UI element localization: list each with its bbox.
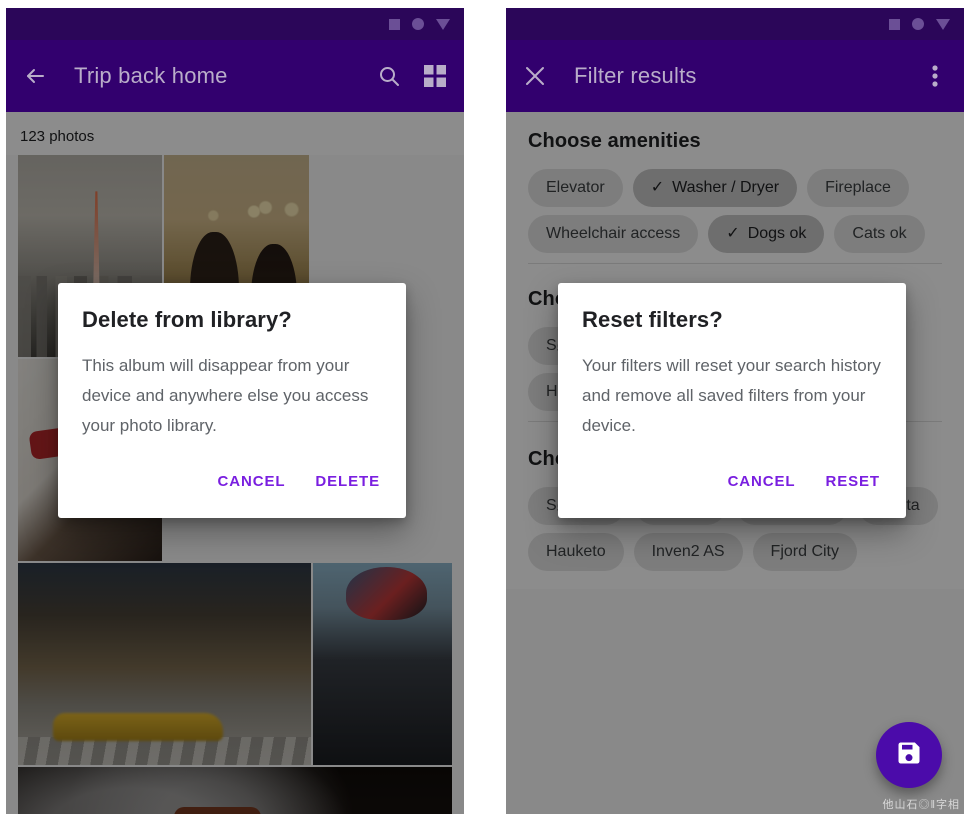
dialog-body: This album will disappear from your devi… [82, 356, 369, 435]
cancel-button[interactable]: CANCEL [726, 467, 798, 496]
check-icon: ✓ [650, 179, 665, 196]
dialog-title: Reset filters? [582, 307, 723, 332]
watermark-text: 他山石◎‖字相 [882, 799, 960, 811]
check-icon: ✓ [726, 225, 740, 242]
dialog-body: Your filters will reset your search hist… [582, 356, 881, 435]
triangle-icon [936, 18, 950, 30]
chip-label: Elevator [546, 179, 605, 196]
search-icon[interactable] [376, 63, 402, 89]
status-bar-right [506, 8, 964, 40]
chip-inven2-as[interactable]: Inven2 AS [633, 533, 743, 571]
triangle-icon [436, 18, 450, 30]
chip-label: Fjord City [770, 543, 839, 560]
section-title-amenities: Choose amenities [528, 130, 701, 152]
close-icon[interactable] [522, 63, 548, 89]
neighborhood-chip-row-2: Hauketo Inven2 AS Fjord City [528, 533, 942, 571]
circle-icon [412, 18, 424, 30]
chip-fjord-city[interactable]: Fjord City [752, 533, 857, 571]
amenity-chip-row-2: Wheelchair access ✓ Dogs ok Cats ok [528, 215, 942, 253]
app-bar-photos: Trip back home [6, 40, 464, 112]
photo-tile[interactable] [18, 767, 452, 814]
page-title: Trip back home [74, 63, 228, 88]
status-bar-left [6, 8, 464, 40]
cancel-button[interactable]: CANCEL [216, 467, 288, 496]
chip-label: Washer / Dryer [672, 179, 780, 196]
dialog-title: Delete from library? [82, 307, 292, 332]
screenshot-stage: Trip back home 123 photos Delete from li… [0, 0, 964, 814]
chip-label: Dogs ok [747, 225, 807, 242]
chip-label: Cats ok [852, 225, 907, 242]
chip-washer-dryer[interactable]: ✓ Washer / Dryer [632, 169, 798, 207]
grid-view-icon[interactable] [422, 63, 448, 89]
circle-icon [912, 18, 924, 30]
reset-button[interactable]: RESET [823, 467, 882, 496]
chip-dogs-ok[interactable]: ✓ Dogs ok [708, 215, 825, 253]
chip-wheelchair-access[interactable]: Wheelchair access [528, 215, 699, 253]
delete-from-library-dialog: Delete from library? This album will dis… [58, 283, 406, 518]
app-bar-filters: Filter results [506, 40, 964, 112]
dialog-actions: CANCEL RESET [582, 467, 882, 510]
square-icon [389, 18, 400, 30]
save-icon [895, 739, 923, 772]
arrow-back-icon[interactable] [22, 63, 48, 89]
photo-tile[interactable] [18, 563, 311, 765]
reset-filters-dialog: Reset filters? Your filters will reset y… [558, 283, 906, 518]
photo-tile[interactable] [313, 563, 452, 765]
amenity-chip-row-1: Elevator ✓ Washer / Dryer Fireplace [528, 169, 942, 207]
save-fab-button[interactable] [876, 722, 942, 788]
chip-label: Wheelchair access [546, 225, 681, 242]
more-vert-icon[interactable] [922, 63, 948, 89]
delete-button[interactable]: DELETE [313, 467, 382, 496]
chip-label: Hauketo [546, 543, 606, 560]
square-icon [889, 18, 900, 30]
section-divider [528, 263, 942, 264]
chip-label: Fireplace [825, 179, 891, 196]
amenities-section: Choose amenities Elevator ✓ Washer / Dry… [506, 112, 964, 274]
chip-label: Inven2 AS [651, 543, 725, 560]
dialog-actions: CANCEL DELETE [82, 467, 382, 510]
chip-hauketo[interactable]: Hauketo [528, 533, 624, 571]
chip-cats-ok[interactable]: Cats ok [834, 215, 925, 253]
page-title: Filter results [574, 63, 697, 88]
chip-fireplace[interactable]: Fireplace [807, 169, 909, 207]
photo-count-label: 123 photos [6, 112, 464, 155]
chip-elevator[interactable]: Elevator [528, 169, 623, 207]
pot-shape [174, 806, 262, 814]
